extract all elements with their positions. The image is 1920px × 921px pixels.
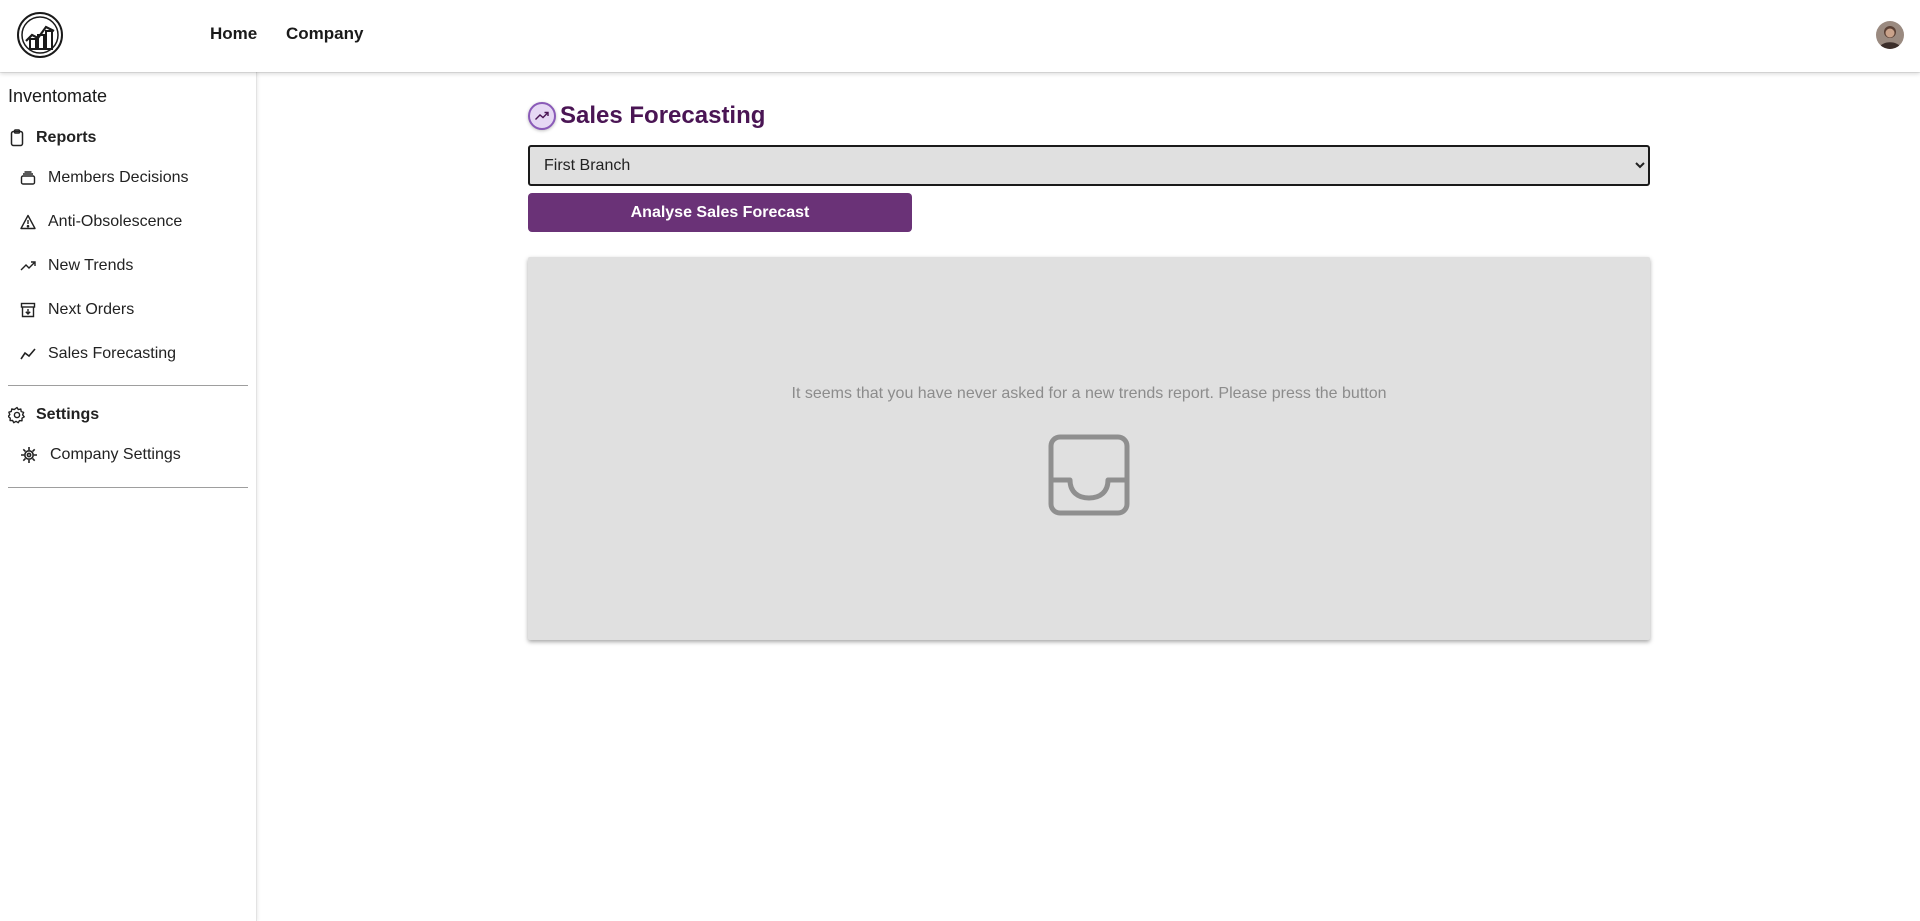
app-name: Inventomate [8,86,108,106]
sidebar-item-anti-obsolescence[interactable]: Anti-Obsolescence [20,210,182,234]
archive-down-icon [20,302,36,318]
sidebar-item-next-orders[interactable]: Next Orders [20,298,134,322]
sidebar-item-label: Next Orders [48,301,135,318]
main-content: Sales Forecasting First Branch Analyse S… [258,72,1920,921]
cog-icon [21,447,37,463]
sidebar: Inventomate Reports Members Decisions An… [0,72,257,921]
stack-icon [20,171,36,185]
sidebar-section-reports[interactable]: Reports [8,126,96,150]
building-chart-logo-icon[interactable] [16,11,64,59]
page-title: Sales Forecasting [560,102,766,129]
gear-icon [8,406,25,424]
sidebar-section-reports-label: Reports [36,129,97,146]
sidebar-item-members-decisions[interactable]: Members Decisions [20,166,188,190]
sidebar-section-settings[interactable]: Settings [8,403,99,427]
empty-state-message: It seems that you have never asked for a… [791,385,1387,402]
branch-select[interactable]: First Branch [528,145,1650,186]
sidebar-item-label: Anti-Obsolescence [48,213,183,230]
top-bar: Home Company [0,0,1920,72]
nav-home[interactable]: Home [210,24,257,44]
warning-triangle-icon [20,214,36,230]
sidebar-item-company-settings[interactable]: Company Settings [20,443,181,467]
sidebar-item-label: Members Decisions [48,169,189,186]
page-header: Sales Forecasting [528,100,765,132]
trending-up-icon [20,261,36,271]
sidebar-item-label: New Trends [48,257,134,274]
sidebar-item-sales-forecasting[interactable]: Sales Forecasting [20,342,176,366]
clipboard-icon [10,129,24,147]
sidebar-divider [8,487,248,488]
nav-company[interactable]: Company [286,24,363,44]
sidebar-item-label: Sales Forecasting [48,345,177,362]
sidebar-item-label: Company Settings [50,446,181,463]
sidebar-section-settings-label: Settings [36,406,100,423]
inbox-icon [1048,434,1130,516]
sidebar-divider [8,385,248,386]
trending-up-icon [528,102,556,130]
empty-state-panel: It seems that you have never asked for a… [528,257,1650,640]
user-avatar[interactable] [1876,21,1904,49]
analyse-sales-forecast-button[interactable]: Analyse Sales Forecast [528,193,912,232]
sidebar-item-new-trends[interactable]: New Trends [20,254,133,278]
line-chart-icon [20,348,36,360]
